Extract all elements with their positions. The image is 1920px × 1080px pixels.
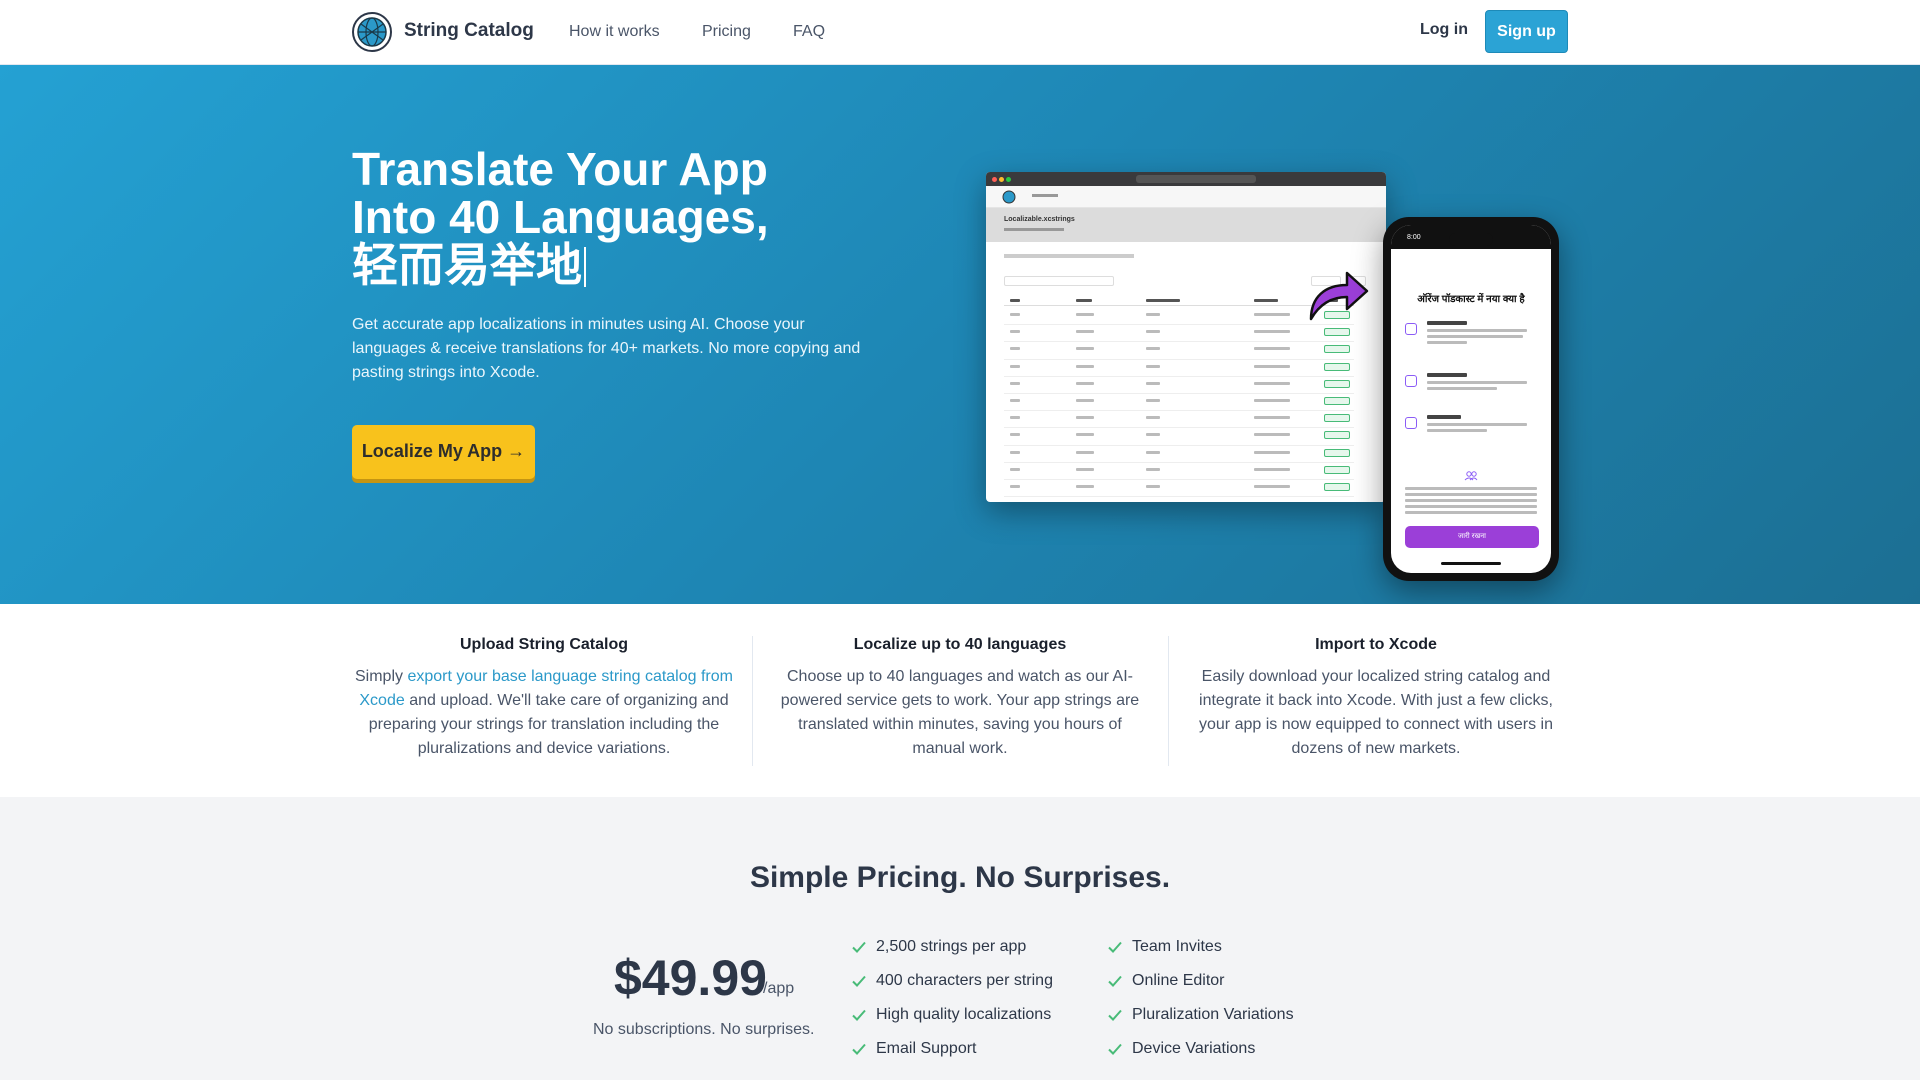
table-row <box>1004 325 1354 343</box>
phone-feature-item <box>1405 373 1537 413</box>
play-icon <box>1405 375 1417 387</box>
price-unit: /app <box>763 980 795 997</box>
phone-continue-button: जारी रखना <box>1405 526 1539 548</box>
hero-title-typed-text: 轻而易举地 <box>352 239 582 291</box>
feature-body: Easily download your localized string ca… <box>1199 668 1553 757</box>
phone-status-time: 8:00 <box>1407 234 1421 241</box>
pricing-feature: Online Editor <box>1106 972 1225 990</box>
feature-title: Upload String Catalog <box>460 636 628 653</box>
hero-title-line-2: Into 40 Languages, <box>352 191 769 243</box>
pricing-section: Simple Pricing. No Surprises. $49.99 /ap… <box>0 797 1920 1080</box>
pricing-feature: 2,500 strings per app <box>850 938 1026 956</box>
nav-link-how-it-works[interactable]: How it works <box>569 23 660 41</box>
hero-title-line-1: Translate Your App <box>352 143 768 195</box>
status-badge <box>1324 414 1350 423</box>
nav-link-pricing[interactable]: Pricing <box>702 23 751 41</box>
car-icon <box>1405 417 1417 429</box>
feature-import-to-xcode: Import to Xcode Easily download your loc… <box>1186 636 1566 761</box>
table-row <box>1004 360 1354 377</box>
features-section: Upload String Catalog Simply export your… <box>0 604 1920 797</box>
strings-table <box>1004 308 1354 498</box>
feature-body: Choose up to 40 languages and watch as o… <box>780 668 1140 757</box>
price-note: No subscriptions. No surprises. <box>593 1021 815 1038</box>
feature-divider <box>1168 636 1169 766</box>
status-badge <box>1324 396 1350 405</box>
check-icon <box>1108 941 1122 953</box>
globe-icon <box>1002 190 1016 204</box>
pricing-feature: Team Invites <box>1106 938 1222 956</box>
phone-feature-item <box>1405 415 1537 455</box>
login-link[interactable]: Log in <box>1420 21 1468 39</box>
dashboard-screenshot: Localizable.xcstrings <box>986 172 1386 502</box>
typing-caret <box>584 247 586 287</box>
status-badge <box>1324 448 1350 457</box>
check-icon <box>852 975 866 987</box>
table-row <box>1004 446 1354 463</box>
price-amount: $49.99 <box>614 950 767 1006</box>
check-icon <box>1108 975 1122 987</box>
table-row <box>1004 463 1354 480</box>
feature-body: Simply export your base language string … <box>355 668 733 757</box>
hero-title: Translate Your App Into 40 Languages, 轻而… <box>352 145 872 289</box>
nav-link-faq[interactable]: FAQ <box>793 23 825 41</box>
hero-title-line-3: 轻而易举地 <box>352 241 872 289</box>
table-row <box>1004 411 1354 429</box>
table-row <box>1004 480 1354 498</box>
feature-localize-languages: Localize up to 40 languages Choose up to… <box>770 636 1150 761</box>
pricing-title: Simple Pricing. No Surprises. <box>749 861 1171 894</box>
status-badge <box>1324 431 1350 440</box>
pricing-feature: Email Support <box>850 1040 977 1058</box>
pricing-feature: 400 characters per string <box>850 972 1053 990</box>
signup-button[interactable]: Sign up <box>1485 10 1568 53</box>
table-row <box>1004 342 1354 360</box>
table-row <box>1004 428 1354 446</box>
file-header: Localizable.xcstrings <box>986 208 1386 242</box>
localize-my-app-button[interactable]: Localize My App → <box>352 425 535 479</box>
people-icon <box>1464 471 1478 481</box>
feature-title: Localize up to 40 languages <box>853 636 1067 653</box>
pricing-feature: High quality localizations <box>850 1006 1051 1024</box>
calendar-icon <box>1405 323 1417 335</box>
feature-title: Import to Xcode <box>1315 636 1437 653</box>
table-row <box>1004 377 1354 394</box>
phone-screen: 8:00 ऑरेंज पॉडकास्ट में नया क्या है जारी… <box>1391 225 1551 573</box>
status-badge <box>1324 362 1350 371</box>
pricing-feature: Device Variations <box>1106 1040 1255 1058</box>
status-badge <box>1324 482 1350 491</box>
check-icon <box>852 1009 866 1021</box>
hero-section: Translate Your App Into 40 Languages, 轻而… <box>0 65 1920 604</box>
dashboard-header <box>986 186 1386 208</box>
check-icon <box>852 1043 866 1055</box>
brand-name[interactable]: String Catalog <box>404 20 534 42</box>
status-badge <box>1324 379 1350 388</box>
pricing-feature: Pluralization Variations <box>1106 1006 1294 1024</box>
hero-description: Get accurate app localizations in minute… <box>352 316 861 381</box>
check-icon <box>1108 1009 1122 1021</box>
globe-logo-icon[interactable] <box>352 12 392 52</box>
check-icon <box>1108 1043 1122 1055</box>
phone-whats-new-title: ऑरेंज पॉडकास्ट में नया क्या है <box>1417 294 1525 305</box>
phone-feature-item <box>1405 321 1537 361</box>
feature-divider <box>752 636 753 766</box>
feature-upload-string-catalog: Upload String Catalog Simply export your… <box>354 636 734 761</box>
curved-arrow-icon <box>1309 271 1369 321</box>
status-badge <box>1324 345 1350 354</box>
table-row <box>1004 394 1354 412</box>
top-navbar: String Catalog How it works Pricing FAQ … <box>0 0 1920 65</box>
table-row <box>1004 308 1354 326</box>
status-badge <box>1324 328 1350 337</box>
status-badge <box>1324 465 1350 474</box>
phone-mockup: 8:00 ऑरेंज पॉडकास्ट में नया क्या है जारी… <box>1383 217 1559 581</box>
browser-toolbar <box>986 172 1386 186</box>
check-icon <box>852 941 866 953</box>
file-title: Localizable.xcstrings <box>1004 216 1075 223</box>
